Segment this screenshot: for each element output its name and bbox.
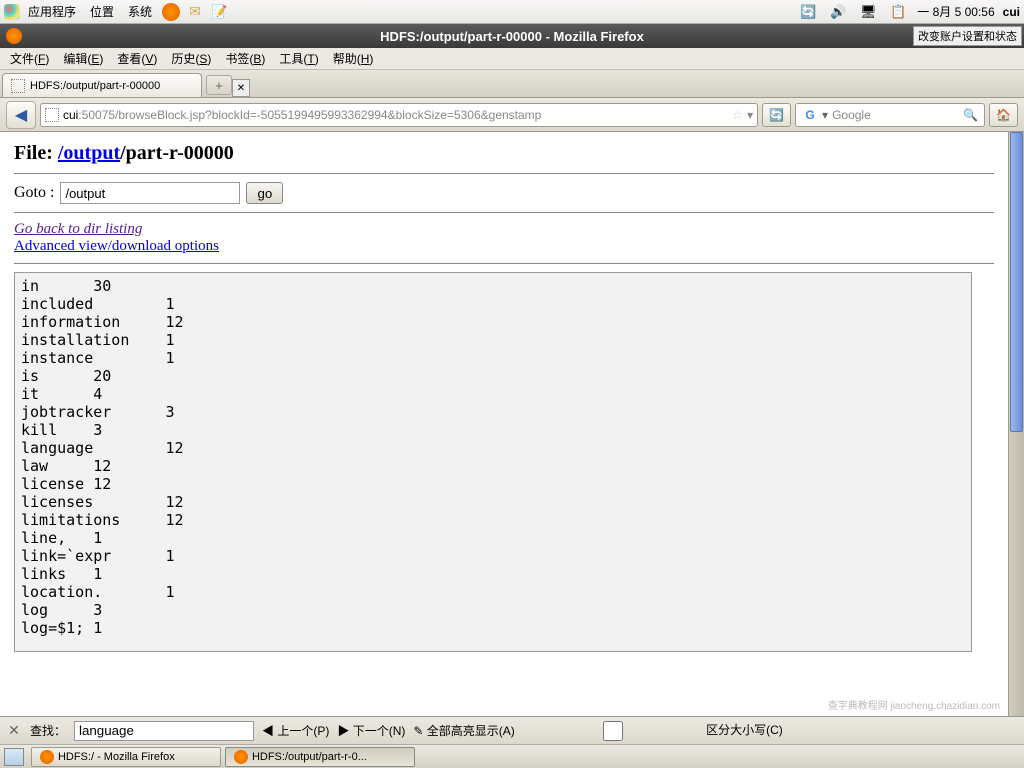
home-button[interactable]: 🏠 (989, 103, 1018, 127)
output-dir-link[interactable]: /output (58, 142, 120, 164)
findbar-input[interactable] (74, 721, 254, 741)
findbar-label: 查找： (30, 722, 66, 739)
firefox-menubar: 文件(F)编辑(E)查看(V)历史(S)书签(B)工具(T)帮助(H) (0, 48, 1024, 70)
dropdown-icon[interactable]: ▾ (747, 108, 753, 122)
menu-f[interactable]: 文件(F) (4, 48, 55, 69)
menu-system[interactable]: 系统 (122, 1, 158, 22)
find-next-button[interactable]: ▶ 下一个(N) (337, 722, 405, 739)
new-tab-button[interactable]: + (206, 75, 232, 95)
advanced-view-link[interactable]: Advanced view/download options (14, 238, 219, 254)
firefox-icon (6, 28, 22, 44)
binoculars-icon[interactable]: 🔍 (963, 108, 978, 122)
clipboard-icon[interactable] (887, 1, 909, 23)
taskbar-button-2[interactable]: HDFS:/output/part-r-0... (225, 747, 415, 767)
file-content-box[interactable]: in 30 included 1 information 12 installa… (14, 272, 972, 652)
menu-v[interactable]: 查看(V) (111, 48, 163, 69)
findbar-close-icon[interactable]: ✕ (6, 723, 22, 739)
go-button[interactable]: go (246, 182, 283, 204)
file-heading: File: /output/part-r-00000 (14, 142, 994, 165)
update-icon[interactable] (797, 1, 819, 23)
firefox-icon (40, 750, 54, 764)
page-content: File: /output/part-r-00000 Goto : go Go … (0, 132, 1008, 716)
goto-input[interactable] (60, 182, 240, 204)
user-menu[interactable]: cui (1003, 5, 1020, 19)
bookmark-star-icon[interactable]: ☆ (732, 108, 743, 122)
back-to-dir-link[interactable]: Go back to dir listing (14, 221, 142, 237)
apps-icon[interactable] (4, 4, 20, 20)
url-bar[interactable]: cui:50075/browseBlock.jsp?blockId=-50551… (40, 103, 758, 127)
firefox-launcher-icon[interactable] (160, 1, 182, 23)
taskbar-button-1[interactable]: HDFS:/ - Mozilla Firefox (31, 747, 221, 767)
window-title: HDFS:/output/part-r-00000 - Mozilla Fire… (380, 29, 644, 44)
menu-e[interactable]: 编辑(E) (57, 48, 109, 69)
site-icon (45, 108, 59, 122)
menu-apps[interactable]: 应用程序 (22, 1, 82, 22)
show-desktop-icon[interactable] (4, 748, 24, 766)
vertical-scrollbar[interactable] (1008, 132, 1024, 716)
menu-t[interactable]: 工具(T) (273, 48, 324, 69)
menu-h[interactable]: 帮助(H) (327, 48, 380, 69)
menu-s[interactable]: 历史(S) (165, 48, 217, 69)
tab-close-button[interactable]: ✕ (232, 79, 250, 97)
menu-b[interactable]: 书签(B) (219, 48, 271, 69)
menu-places[interactable]: 位置 (84, 1, 120, 22)
match-case-checkbox[interactable]: 区分大小写(C) (523, 721, 783, 741)
tab-title: HDFS:/output/part-r-00000 (30, 80, 160, 92)
window-titlebar[interactable]: HDFS:/output/part-r-00000 - Mozilla Fire… (0, 24, 1024, 48)
page-icon (11, 79, 25, 93)
watermark: 查字典教程网 jiaocheng.chazidian.com (826, 697, 1002, 712)
google-icon: G (802, 107, 818, 123)
goto-label: Goto : (14, 184, 54, 202)
search-placeholder: Google (832, 108, 871, 122)
highlight-all-button[interactable]: ✎ 全部高亮显示(A) (413, 722, 514, 739)
back-button[interactable] (6, 101, 36, 129)
sound-icon[interactable] (827, 1, 849, 23)
network-icon[interactable] (857, 1, 879, 23)
notes-icon[interactable] (208, 1, 230, 23)
browser-tab[interactable]: HDFS:/output/part-r-00000 (2, 73, 202, 97)
find-prev-button[interactable]: ◀ 上一个(P) (262, 722, 329, 739)
firefox-icon (234, 750, 248, 764)
reload-button[interactable]: 🔄 (762, 103, 791, 127)
clock[interactable]: 一 8月 5 00:56 (917, 3, 994, 20)
mail-icon[interactable] (184, 1, 206, 23)
change-account-button[interactable]: 改变账户设置和状态 (913, 26, 1022, 46)
search-box[interactable]: G ▾ Google 🔍 (795, 103, 985, 127)
scrollbar-thumb[interactable] (1010, 132, 1023, 432)
